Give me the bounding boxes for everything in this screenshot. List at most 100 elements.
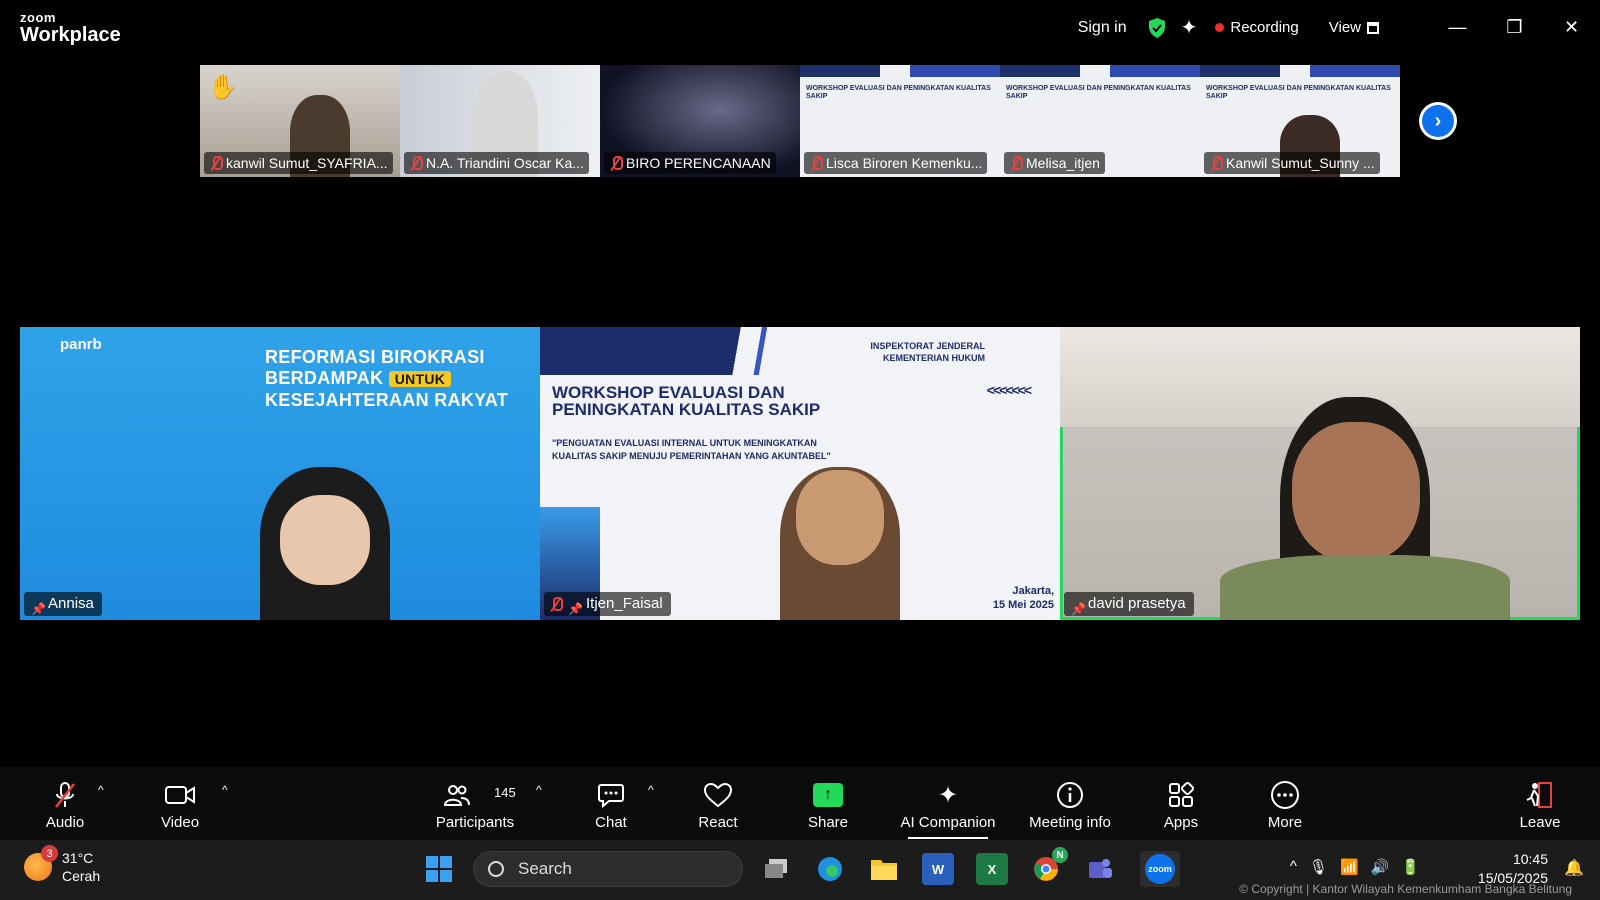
participant-name: Melisa_itjen [1026,155,1100,171]
ai-sparkle-icon[interactable]: ✦ [1181,15,1198,40]
security-shield-icon[interactable] [1147,17,1167,39]
edge-browser-icon[interactable] [814,853,846,885]
participant-name-label: N.A. Triandini Oscar Ka... [404,152,589,174]
muted-mic-icon [1210,156,1223,170]
leave-label: Leave [1519,814,1561,831]
participant-thumbnail[interactable]: WORKSHOP EVALUASI DAN PENINGKATAN KUALIT… [1200,65,1400,177]
more-button[interactable]: More [1260,767,1310,840]
subtitle-line: "PENGUATAN EVALUASI INTERNAL UNTUK MENIN… [552,438,817,448]
task-view-icon[interactable] [760,853,792,885]
participants-options-caret-icon[interactable]: ^ [536,783,542,797]
organization-text: INSPEKTORAT JENDERAL KEMENTERIAN HUKUM [870,340,985,364]
taskbar-search-box[interactable]: Search [473,851,743,887]
excel-icon[interactable]: X [976,853,1008,885]
clock-time: 10:45 [1512,851,1548,867]
participant-name-label: Kanwil Sumut_Sunny ... [1204,152,1380,174]
share-button[interactable]: ↑ Share [803,767,853,840]
participant-thumbnail[interactable]: WORKSHOP EVALUASI DAN PENINGKATAN KUALIT… [800,65,1000,177]
ai-companion-label: AI Companion [900,814,996,831]
heading-line: BERDAMPAK UNTUK [265,368,508,390]
meeting-info-button[interactable]: Meeting info [1020,767,1120,840]
more-label: More [1267,814,1303,831]
ai-companion-button[interactable]: ✦ AI Companion [898,767,998,840]
close-button[interactable]: ✕ [1543,0,1600,55]
panrb-logo: panrb [60,336,102,353]
pin-icon: 📌 [568,602,583,616]
title-line: PENINGKATAN KUALITAS SAKIP [552,400,821,419]
share-icon-wrap: ↑ [813,780,843,810]
participant-thumbnail[interactable]: BIRO PERENCANAAN [600,65,800,177]
chat-label: Chat [595,814,627,831]
participant-thumbnail[interactable]: WORKSHOP EVALUASI DAN PENINGKATAN KUALIT… [1000,65,1200,177]
next-page-button[interactable]: › [1419,102,1457,140]
participant-name-label: Melisa_itjen [1004,152,1105,174]
participant-name: BIRO PERENCANAAN [626,155,771,171]
zoom-taskbar-icon[interactable]: zoom [1140,851,1180,887]
video-button[interactable]: Video [155,767,205,840]
participant-name-label: 📌 Itjen_Faisal [544,592,671,616]
date-line: Jakarta, [1012,585,1054,597]
video-label: Video [160,814,200,831]
participant-thumbnail[interactable]: N.A. Triandini Oscar Ka... [400,65,600,177]
org-line: INSPEKTORAT JENDERAL [870,341,985,351]
leave-button[interactable]: Leave [1515,767,1565,840]
muted-mic-icon [610,156,623,170]
sign-in-button[interactable]: Sign in [1078,19,1127,37]
chevron-right-icon: › [1422,105,1454,137]
notification-bell-icon[interactable]: 🔔 [1564,858,1584,878]
participant-name: kanwil Sumut_SYAFRIA... [226,155,388,171]
zoom-workplace-logo: zoom Workplace [20,11,121,45]
slide-date: Jakarta, 15 Mei 2025 [993,584,1054,612]
participant-name: david prasetya [1088,595,1186,612]
active-speaker-tile[interactable]: 📌 david prasetya [1060,327,1580,620]
video-camera-icon [164,780,196,810]
react-button[interactable]: React [693,767,743,840]
teams-icon[interactable] [1084,853,1116,885]
chrome-browser-icon[interactable]: N [1030,847,1068,885]
microphone-in-use-icon[interactable]: 🎙 [1309,858,1328,876]
system-tray: ^ 🎙 📶 🔊 🔋 [1290,858,1420,876]
notification-badge: 3 [41,845,58,862]
slide-title: WORKSHOP EVALUASI DAN PENINGKATAN KUALIT… [552,384,820,418]
apps-label: Apps [1163,814,1199,831]
heart-icon [703,780,733,810]
windows-start-button[interactable] [423,853,455,885]
participant-thumbnail-strip: ✋ kanwil Sumut_SYAFRIA... N.A. Triandini… [200,65,1400,177]
video-tile[interactable]: INSPEKTORAT JENDERAL KEMENTERIAN HUKUM <… [540,327,1060,620]
participant-face [796,470,884,565]
view-button[interactable]: View [1329,19,1379,36]
participant-name: N.A. Triandini Oscar Ka... [426,155,584,171]
restore-button[interactable]: ❐ [1486,0,1543,55]
wifi-icon[interactable]: 📶 [1340,858,1359,876]
battery-icon[interactable]: 🔋 [1401,858,1420,876]
volume-icon[interactable]: 🔊 [1371,858,1390,876]
show-hidden-icons-icon[interactable]: ^ [1290,858,1297,876]
apps-button[interactable]: Apps [1156,767,1206,840]
recording-indicator[interactable]: Recording [1215,19,1299,36]
pin-icon: 📌 [31,602,46,616]
participant-face [1292,422,1420,562]
file-explorer-icon[interactable] [868,853,900,885]
view-label: View [1328,19,1361,36]
video-options-caret-icon[interactable]: ^ [222,783,228,797]
recording-dot-icon [1215,23,1225,32]
participant-thumbnail[interactable]: ✋ kanwil Sumut_SYAFRIA... [200,65,400,177]
video-tile[interactable]: panrb REFORMASI BIROKRASI BERDAMPAK UNTU… [20,327,540,620]
audio-button[interactable]: Audio [40,767,90,840]
slide-title: WORKSHOP EVALUASI DAN PENINGKATAN KUALIT… [1006,85,1191,100]
participant-name: Lisca Biroren Kemenku... [826,155,983,171]
minimize-button[interactable]: — [1429,0,1486,55]
muted-microphone-icon [52,780,78,810]
muted-mic-icon [550,597,563,611]
chat-button[interactable]: Chat [586,767,636,840]
chat-options-caret-icon[interactable]: ^ [648,783,654,797]
share-arrow-icon: ↑ [813,783,843,807]
word-icon[interactable]: W [922,853,954,885]
participants-button[interactable]: Participants [430,767,520,840]
weather-widget[interactable]: 3 31°C Cerah [24,845,100,885]
audio-options-caret-icon[interactable]: ^ [98,783,104,797]
chevron-decoration-icon: <<<<<<< [986,382,1032,398]
search-placeholder: Search [518,859,572,878]
heading-line: KESEJAHTERAAN RAKYAT [265,390,509,410]
slide-title: WORKSHOP EVALUASI DAN PENINGKATAN KUALIT… [806,85,991,100]
